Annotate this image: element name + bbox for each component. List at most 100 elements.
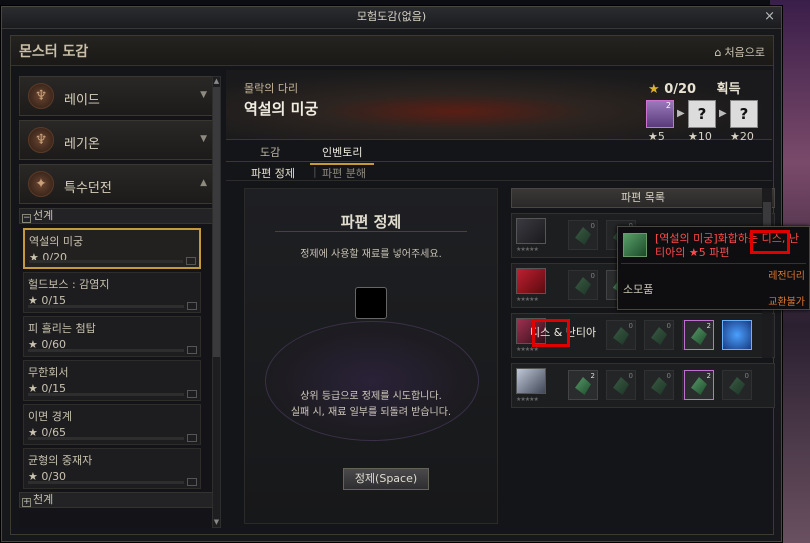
fragment-count: 0: [590, 272, 595, 280]
fragment-icon: [613, 377, 629, 395]
progress-bar: [28, 437, 184, 440]
category-label: 레기온: [64, 137, 100, 152]
fragment-row: ★★★★★ 2 0 0 0 2 0: [511, 363, 775, 408]
collapse-icon[interactable]: −: [22, 214, 31, 223]
raid-icon: ♆: [28, 83, 54, 109]
page-header: 몬스터 도감 ⌂ 처음으로: [11, 36, 773, 66]
tooltip-trade: 교환불가: [768, 297, 805, 308]
fragment-slot[interactable]: 0: [644, 370, 674, 400]
dungeon-name: 무한회서: [28, 366, 69, 379]
home-icon: ⌂: [714, 46, 722, 59]
fragment-slot[interactable]: 0: [606, 370, 636, 400]
material-slot[interactable]: [355, 287, 387, 319]
fragment-icon: [651, 327, 667, 345]
scroll-up-icon[interactable]: ▲: [213, 77, 220, 86]
star-rating: ★★★★★: [516, 346, 539, 353]
progress-bar: [28, 349, 184, 352]
dungeon-item[interactable]: 균형의 중재자 ★ 0/30: [23, 448, 201, 489]
tab-inventory[interactable]: 인벤토리: [310, 144, 375, 165]
fragment-slot[interactable]: 2: [684, 320, 714, 350]
dungeon-item[interactable]: 헐드보스 : 감염지 ★ 0/15: [23, 272, 201, 313]
window-titlebar[interactable]: 모험도감(없음) ×: [2, 7, 781, 29]
main-tabs: 도감 인벤토리: [226, 142, 772, 165]
fragment-count: 2: [706, 372, 711, 380]
home-button[interactable]: ⌂ 처음으로: [715, 44, 765, 60]
refine-hint: 정제에 사용할 재료를 넣어주세요.: [300, 249, 442, 260]
tab-separator: |: [313, 165, 317, 178]
dungeon-item[interactable]: 이면 경계 ★ 0/65: [23, 404, 201, 445]
close-icon[interactable]: ×: [764, 7, 775, 27]
category-label: 특수던전: [64, 181, 112, 196]
progress-bar: [28, 393, 184, 396]
fragment-icon: [651, 377, 667, 395]
category-legion[interactable]: ♆ 레기온 ▼: [19, 120, 217, 160]
window-title: 모험도감(없음): [356, 10, 427, 23]
category-raid[interactable]: ♆ 레이드 ▼: [19, 76, 217, 116]
category-special-dungeon[interactable]: ✦ 특수던전 ▲: [19, 164, 217, 204]
tab-refine[interactable]: 파편 정제: [251, 165, 295, 181]
group-label: 선계: [33, 209, 54, 222]
dungeon-name: 균형의 중재자: [28, 454, 93, 467]
reward-box-icon: [187, 346, 197, 354]
group-cheongye[interactable]: + 천계: [19, 492, 217, 508]
monster-portrait[interactable]: [516, 268, 546, 294]
dungeon-item[interactable]: 무한회서 ★ 0/15: [23, 360, 201, 401]
reward-slot[interactable]: ?: [688, 100, 716, 128]
refine-title: 파편 정제: [340, 213, 402, 231]
progress-value: 0/20: [664, 82, 697, 97]
magic-circle: [265, 321, 479, 441]
reward-slot[interactable]: ?: [730, 100, 758, 128]
reward-box-icon: [187, 434, 197, 442]
star-rating: ★★★★★: [516, 246, 539, 253]
fragment-icon: [575, 377, 591, 395]
fragment-count: 2: [706, 322, 711, 330]
dungeon-banner: 몰락의 다리 역설의 미궁 ★ 0/20 획득 2 ▶ ? ▶ ? ★5 ★10…: [226, 70, 772, 143]
reward-label: 획득: [716, 82, 741, 97]
fragment-slot[interactable]: 0: [568, 270, 598, 300]
progress-bar: [28, 305, 184, 308]
dungeon-name: 역설의 미궁: [29, 235, 84, 248]
reward-box-icon: [187, 478, 197, 486]
chevron-down-icon: ▼: [200, 134, 207, 144]
fragment-count: 0: [666, 372, 671, 380]
collection-progress: ★ 0/20 획득: [648, 78, 741, 97]
chevron-up-icon: ▲: [200, 178, 207, 188]
chevron-down-icon: ▼: [200, 90, 207, 100]
dungeon-item[interactable]: 피 흘리는 첨탑 ★ 0/60: [23, 316, 201, 357]
fragment-slot[interactable]: 2: [568, 370, 598, 400]
refine-button[interactable]: 정제(Space): [343, 468, 429, 490]
group-seongye[interactable]: − 선계: [19, 208, 217, 224]
fragment-count: 0: [666, 322, 671, 330]
star-rating: ★★★★★: [516, 396, 539, 403]
star-icon: ★: [648, 82, 660, 97]
tab-encyclopedia[interactable]: 도감: [260, 144, 280, 160]
fragment-slot[interactable]: [722, 320, 752, 350]
monster-portrait[interactable]: [516, 218, 546, 244]
divider: [275, 231, 467, 232]
scroll-down-icon[interactable]: ▼: [213, 518, 220, 527]
fragment-slot[interactable]: 0: [606, 320, 636, 350]
reward-box-icon: [187, 302, 197, 310]
fragment-slot[interactable]: 2: [684, 370, 714, 400]
sidebar-scrollbar[interactable]: ▲ ▼: [212, 76, 221, 528]
tooltip-type: 소모품: [623, 283, 654, 296]
dungeon-item[interactable]: 역설의 미궁 ★ 0/20: [23, 228, 201, 269]
fragment-slot[interactable]: 0: [644, 320, 674, 350]
fragment-list-header: 파편 목록: [511, 188, 775, 208]
page-title: 몬스터 도감: [19, 44, 89, 60]
fragment-icon: [691, 327, 707, 345]
fragment-slot[interactable]: 0: [568, 220, 598, 250]
fragment-count: 0: [628, 322, 633, 330]
scroll-thumb[interactable]: [213, 87, 220, 357]
category-label: 레이드: [64, 93, 100, 108]
monster-portrait[interactable]: [516, 368, 546, 394]
dungeon-name: 헐드보스 : 감염지: [28, 278, 110, 291]
tab-disassemble[interactable]: 파편 분해: [322, 165, 366, 181]
legion-icon: ♆: [28, 127, 54, 153]
fragment-count: 2: [590, 372, 595, 380]
fragment-count: 0: [744, 372, 749, 380]
fragment-icon: [613, 327, 629, 345]
expand-icon[interactable]: +: [22, 498, 31, 507]
fragment-slot[interactable]: 0: [722, 370, 752, 400]
reward-slot[interactable]: 2: [646, 100, 674, 128]
